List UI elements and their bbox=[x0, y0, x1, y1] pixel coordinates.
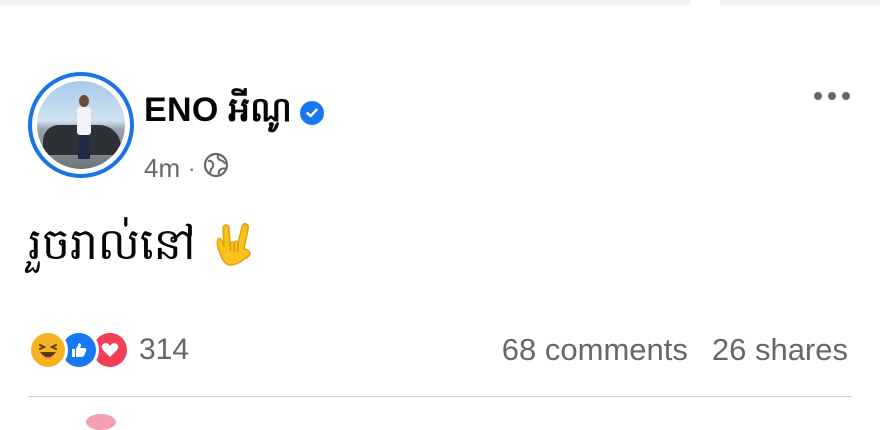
meta-separator: · bbox=[188, 155, 196, 181]
haha-reaction-icon bbox=[28, 330, 68, 370]
globe-icon[interactable] bbox=[203, 152, 229, 185]
rock-on-hand-emoji-icon bbox=[216, 223, 251, 266]
next-avatar-peek bbox=[86, 414, 116, 430]
author-avatar[interactable] bbox=[28, 72, 134, 178]
post-text: រួចរាល់នៅ bbox=[28, 220, 196, 269]
avatar-photo bbox=[37, 81, 125, 169]
post-body: រួចរាល់នៅ bbox=[28, 212, 258, 278]
divider bbox=[28, 396, 852, 397]
shares-count[interactable]: 26 shares bbox=[712, 332, 848, 368]
engagement-counts: 68 comments 26 shares bbox=[502, 332, 848, 368]
verified-badge-icon bbox=[300, 101, 325, 125]
author-row: ENO អីណូ bbox=[144, 88, 325, 138]
post-meta: 4m · bbox=[144, 152, 229, 185]
reactions-summary[interactable]: 314 bbox=[28, 330, 189, 370]
reaction-count[interactable]: 314 bbox=[139, 333, 189, 367]
top-separator bbox=[0, 0, 880, 6]
post-time[interactable]: 4m bbox=[144, 153, 180, 184]
comments-count[interactable]: 68 comments bbox=[502, 332, 688, 368]
more-options-icon[interactable] bbox=[810, 84, 854, 108]
author-name[interactable]: ENO អីណូ bbox=[144, 88, 292, 138]
